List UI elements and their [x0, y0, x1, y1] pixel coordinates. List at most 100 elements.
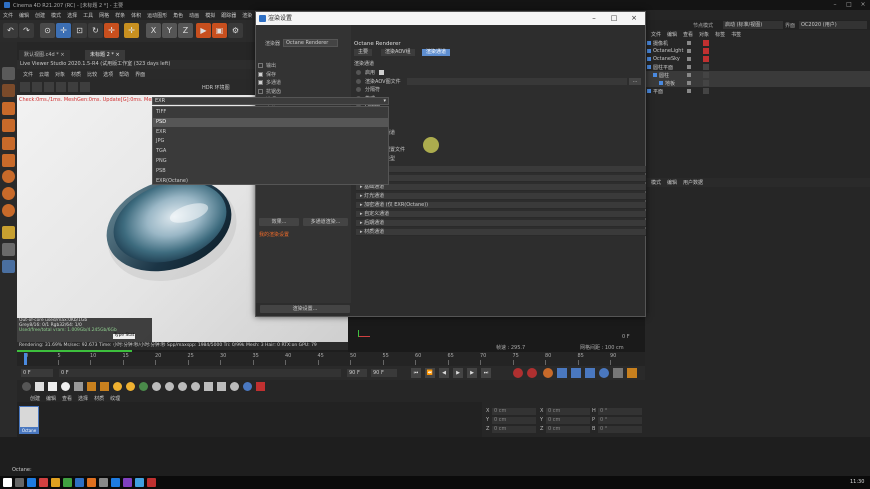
restart-render-icon[interactable]	[32, 82, 42, 92]
app-icon-8[interactable]	[111, 478, 120, 487]
rotate-tool-icon[interactable]: ↻	[88, 23, 103, 38]
octane-sky-icon[interactable]	[61, 382, 70, 391]
octane-fog-icon[interactable]	[178, 382, 187, 391]
play-icon[interactable]: ▶	[453, 368, 463, 378]
current-frame-field[interactable]: 0 F	[59, 369, 341, 377]
menu-item[interactable]: 角色	[170, 12, 186, 19]
collapsible-section[interactable]: ▸ 光照通道	[356, 175, 646, 182]
key-pla-icon[interactable]	[613, 368, 623, 378]
renderer-select[interactable]: Octane Renderer	[283, 39, 338, 47]
coord-rot-field[interactable]: 0 °	[598, 408, 642, 415]
material-menu-item[interactable]: 材质	[91, 395, 107, 402]
visibility-check-icon[interactable]	[687, 65, 691, 69]
menu-item[interactable]: 运动图形	[144, 12, 170, 19]
animate-radio-icon[interactable]	[356, 87, 361, 93]
object-tag-icon[interactable]	[703, 64, 709, 70]
coord-size-field[interactable]: 0 cm	[546, 417, 590, 424]
live-viewer-menu-item[interactable]: 文件	[20, 71, 36, 78]
app-icon-4[interactable]	[63, 478, 72, 487]
scale-tool-icon[interactable]: ⊡	[72, 23, 87, 38]
coord-size-field[interactable]: 0 cm	[546, 426, 590, 433]
octane-mesh-icon[interactable]	[204, 382, 213, 391]
octane-live-viewer-icon[interactable]	[256, 382, 265, 391]
object-tag-icon[interactable]	[703, 72, 709, 78]
minimize-icon[interactable]: –	[828, 0, 842, 10]
pick-material-icon[interactable]	[80, 82, 90, 92]
app-icon-5[interactable]	[75, 478, 84, 487]
enable-checkbox[interactable]	[258, 88, 263, 94]
send-scene-icon[interactable]	[20, 82, 30, 92]
live-viewer-menu-item[interactable]: 选项	[100, 71, 116, 78]
polygons-mode-icon[interactable]	[2, 137, 15, 150]
object-row[interactable]: OctaneSky	[645, 55, 870, 63]
axis-mode-icon[interactable]	[2, 154, 15, 167]
render-picture-viewer-icon[interactable]: ▣	[212, 23, 227, 38]
menu-item[interactable]: 网格	[96, 12, 112, 19]
multipass-button[interactable]: 多通道渲染...	[303, 218, 348, 226]
render-settings-icon[interactable]: ⚙	[228, 23, 243, 38]
start-frame-field[interactable]: 0 F	[21, 369, 53, 377]
octane-scatter-icon[interactable]	[152, 382, 161, 391]
octane-area-light-icon[interactable]	[126, 382, 135, 391]
key-rotation-icon[interactable]	[585, 368, 595, 378]
menu-item[interactable]: 体积	[128, 12, 144, 19]
layer-icon[interactable]	[2, 243, 15, 256]
render-settings-tree-item[interactable]: 输出	[258, 62, 276, 70]
tab-main[interactable]: 主要	[354, 49, 373, 56]
menu-item[interactable]: 样条	[112, 12, 128, 19]
tab-aov-groups[interactable]: 渲染AOV组	[381, 49, 415, 56]
preview-end-field[interactable]: 90 F	[371, 369, 397, 377]
format-option[interactable]: PSB	[153, 167, 388, 176]
visibility-check-icon[interactable]	[687, 41, 691, 45]
solo-icon[interactable]	[2, 187, 15, 200]
octane-texture-icon[interactable]	[165, 382, 174, 391]
object-row[interactable]: 地板	[645, 79, 870, 87]
object-row[interactable]: OctaneLight	[645, 47, 870, 55]
octane-sphere-icon[interactable]	[22, 382, 31, 391]
collapsible-section[interactable]: ▸ 信息通道	[356, 166, 646, 173]
app-icon-3[interactable]	[51, 478, 60, 487]
object-menu-item[interactable]: 对象	[696, 31, 712, 38]
region-render-icon[interactable]	[68, 82, 78, 92]
object-menu-item[interactable]: 文件	[648, 31, 664, 38]
object-tag-icon[interactable]	[703, 56, 709, 62]
coord-rot-field[interactable]: 0 °	[598, 426, 642, 433]
app-icon-6[interactable]	[87, 478, 96, 487]
enable-passes-checkbox[interactable]	[379, 70, 385, 75]
prev-frame-icon[interactable]: ◀	[439, 368, 449, 378]
app-icon-2[interactable]	[39, 478, 48, 487]
edges-mode-icon[interactable]	[2, 119, 15, 132]
playhead[interactable]	[24, 353, 27, 365]
enable-checkbox[interactable]	[258, 71, 263, 77]
live-viewer-menu-item[interactable]: 帮助	[116, 71, 132, 78]
material-menu-item[interactable]: 纹理	[107, 395, 123, 402]
collapsible-section[interactable]: ▸ 材质通道	[356, 229, 646, 236]
tab-untitled-2[interactable]: 未标题 2 * ×	[85, 50, 125, 60]
menu-item[interactable]: 渲染	[239, 12, 255, 19]
go-start-icon[interactable]: ⏮	[411, 368, 421, 378]
live-viewer-menu-item[interactable]: 界面	[132, 71, 148, 78]
auto-key-icon[interactable]	[527, 368, 537, 378]
octane-camera-icon[interactable]	[35, 382, 44, 391]
keyframe-selection-icon[interactable]	[543, 368, 553, 378]
workplane-icon[interactable]	[2, 204, 15, 217]
object-row[interactable]: 平面	[645, 87, 870, 95]
app-icon-10[interactable]	[135, 478, 144, 487]
visibility-check-icon[interactable]	[687, 57, 691, 61]
menu-item[interactable]: 模式	[48, 12, 64, 19]
undo-icon[interactable]: ↶	[3, 23, 18, 38]
dialog-maximize-icon[interactable]: □	[604, 12, 624, 25]
model-mode-icon[interactable]	[2, 67, 15, 80]
object-tag-icon[interactable]	[703, 48, 709, 54]
collapsible-section[interactable]: ▸ 灯光通道	[356, 193, 646, 200]
snap-icon[interactable]	[2, 170, 15, 183]
texture-mode-icon[interactable]	[2, 84, 15, 97]
maximize-icon[interactable]: □	[842, 0, 856, 10]
animate-radio-icon[interactable]	[356, 70, 361, 75]
x-axis-lock-button[interactable]: X	[146, 23, 161, 38]
octane-object-tag-icon[interactable]	[74, 382, 83, 391]
object-tag-icon[interactable]	[703, 88, 709, 94]
menu-item[interactable]: 文件	[0, 12, 16, 19]
taskview-icon[interactable]	[15, 478, 24, 487]
collapsible-section[interactable]: ▸ 加密通道 (仅 EXR(Octane))	[356, 202, 646, 209]
